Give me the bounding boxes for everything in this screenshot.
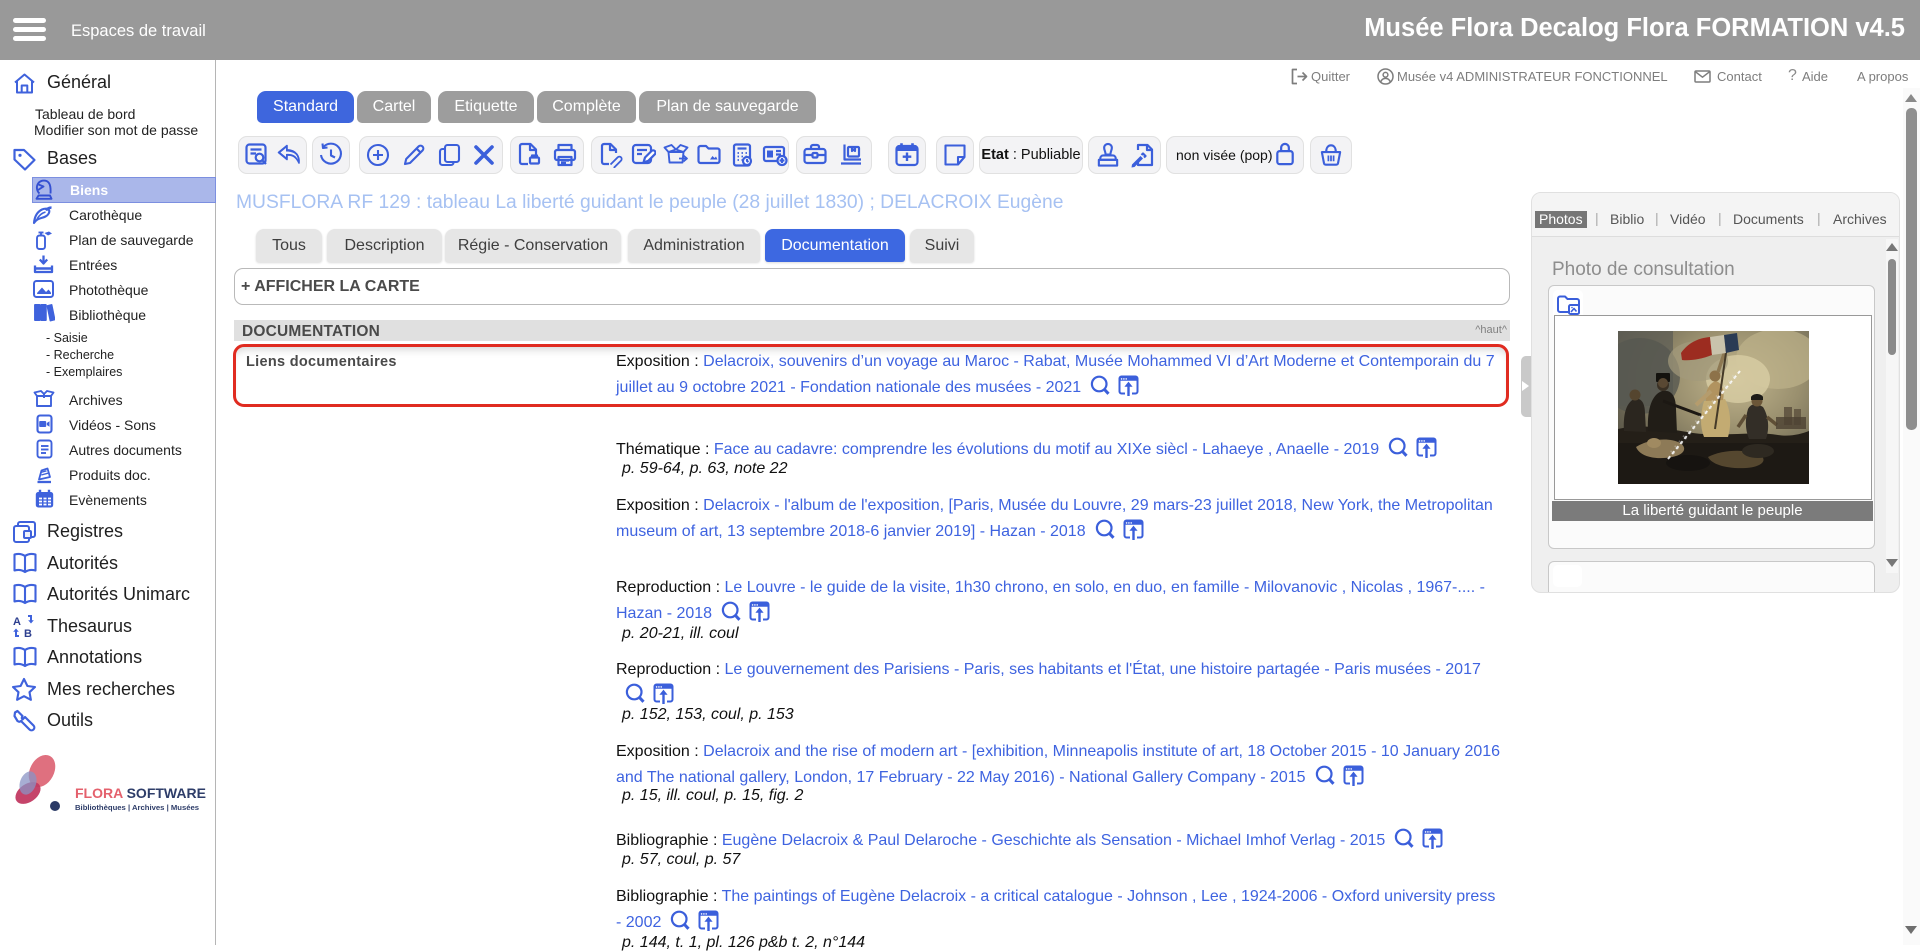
svg-text:A: A xyxy=(13,616,21,628)
svg-text:B: B xyxy=(24,628,32,638)
